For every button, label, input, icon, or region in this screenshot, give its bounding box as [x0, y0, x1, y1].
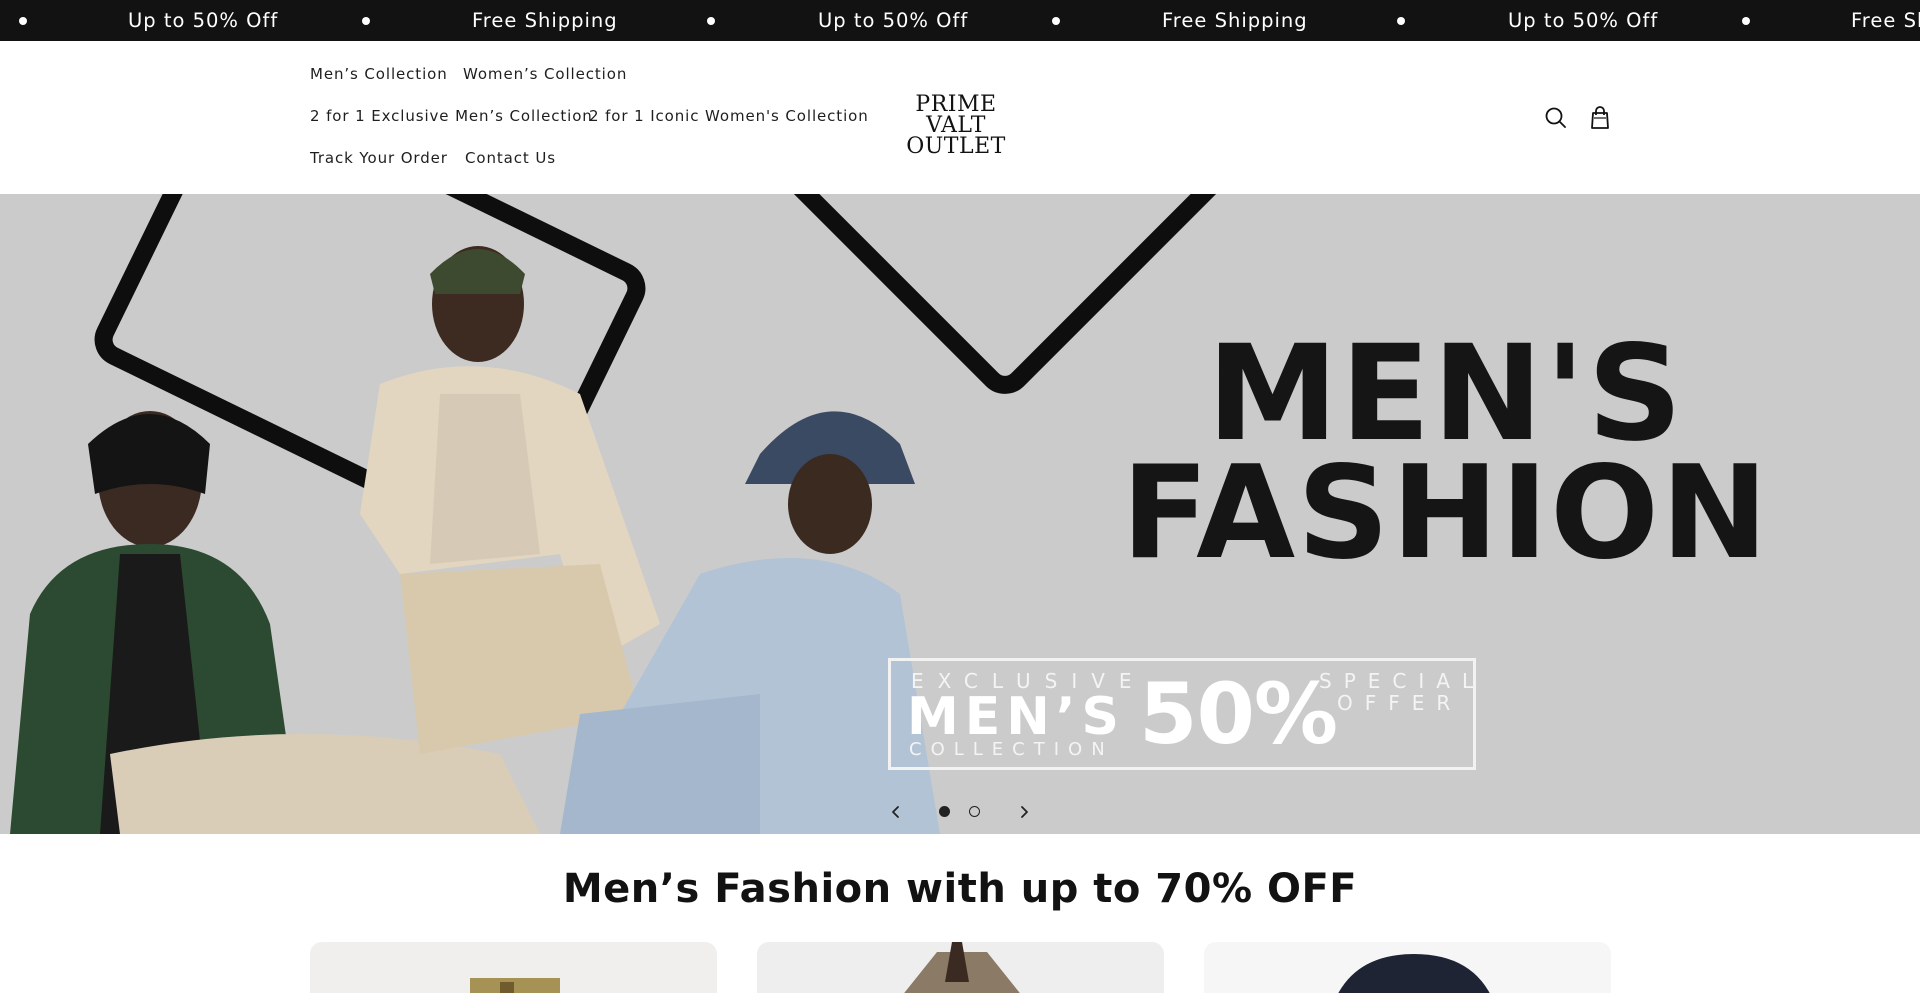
bullet-icon	[707, 17, 715, 25]
bullet-icon	[19, 17, 27, 25]
hero-title-line-1: MEN'S	[1206, 317, 1685, 471]
cart-icon[interactable]	[1585, 103, 1615, 133]
nav-womens-collection[interactable]: Women’s Collection	[463, 65, 627, 83]
offer-special: SPECIAL	[1319, 669, 1486, 693]
product-card[interactable]	[757, 942, 1164, 993]
announcement-item: Free Sh	[1851, 9, 1920, 32]
search-icon[interactable]	[1541, 103, 1571, 133]
nav-mens-collection[interactable]: Men’s Collection	[310, 65, 448, 83]
nav-contact-us[interactable]: Contact Us	[465, 149, 556, 167]
bullet-icon	[1397, 17, 1405, 25]
logo-line-1: PRIME VALT	[915, 92, 997, 138]
site-header: Men’s Collection Women’s Collection 2 fo…	[0, 41, 1920, 194]
announcement-bar: Up to 50% Off Free Shipping Up to 50% Of…	[0, 0, 1920, 41]
nav-2for1-womens[interactable]: 2 for 1 Iconic Women's Collection	[589, 107, 869, 125]
offer-percent: 50%	[1139, 665, 1338, 763]
slider-dot-1[interactable]	[939, 806, 950, 817]
product-image	[470, 978, 560, 993]
hero-banner[interactable]: MEN'S FASHION EXCLUSIVE MEN’S COLLECTION…	[0, 194, 1920, 834]
product-image	[904, 942, 1020, 993]
product-card[interactable]	[1204, 942, 1611, 993]
announcement-item: Up to 50% Off	[1508, 9, 1659, 32]
slider-next-button[interactable]	[1012, 798, 1036, 826]
announcement-marquee: Up to 50% Off Free Shipping Up to 50% Of…	[0, 0, 1920, 41]
brand-logo[interactable]: PRIME VALT OUTLET	[885, 92, 1027, 159]
bullet-icon	[1052, 17, 1060, 25]
product-card[interactable]	[310, 942, 717, 993]
product-image	[1338, 954, 1490, 993]
bullet-icon	[362, 17, 370, 25]
announcement-item: Up to 50% Off	[818, 9, 969, 32]
nav-2for1-mens[interactable]: 2 for 1 Exclusive Men’s Collection	[310, 107, 593, 125]
offer-mens: MEN’S	[907, 687, 1125, 747]
announcement-item: Up to 50% Off	[128, 9, 279, 32]
slider-prev-button[interactable]	[884, 798, 908, 826]
hero-title-line-2: FASHION	[1121, 439, 1770, 588]
bullet-icon	[1742, 17, 1750, 25]
announcement-item: Free Shipping	[1162, 9, 1308, 32]
hero-title: MEN'S FASHION	[1121, 317, 1770, 588]
offer-collection: COLLECTION	[909, 739, 1114, 760]
offer-badge: EXCLUSIVE MEN’S COLLECTION 50% SPECIAL O…	[888, 658, 1476, 770]
section-title: Men’s Fashion with up to 70% OFF	[562, 866, 1358, 912]
logo-line-2: OUTLET	[906, 134, 1006, 159]
announcement-item: Free Shipping	[472, 9, 618, 32]
nav-track-order[interactable]: Track Your Order	[310, 149, 448, 167]
offer-word: OFFER	[1337, 691, 1463, 715]
slider-dot-2[interactable]	[969, 806, 980, 817]
